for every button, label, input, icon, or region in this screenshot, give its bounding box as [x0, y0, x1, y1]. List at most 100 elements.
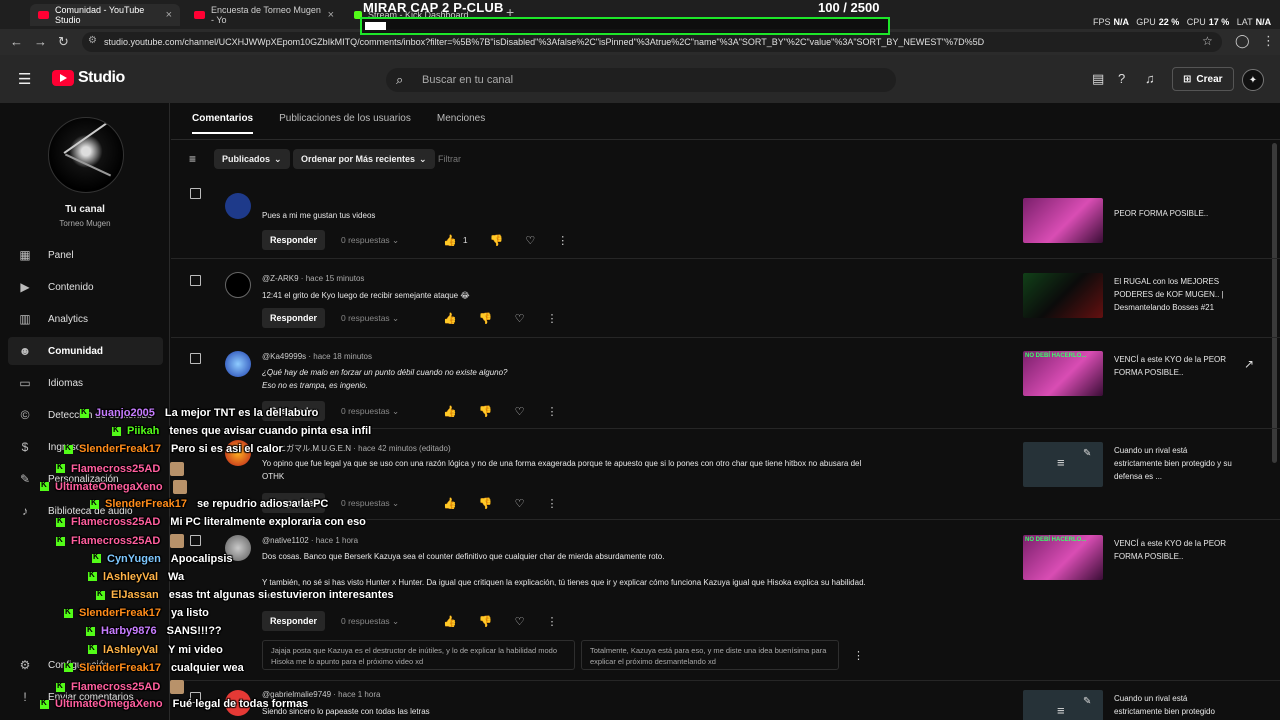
edit-icon[interactable]: ✎ [1083, 448, 1091, 459]
more-options-icon[interactable]: ⋮ [853, 649, 864, 662]
notifications-bell-icon[interactable]: ♫ [1145, 71, 1155, 86]
published-filter-chip[interactable]: Publicados ⌄ [214, 149, 290, 169]
more-options-icon[interactable]: ⋮ [546, 312, 557, 325]
filter-icon[interactable]: ≡ [189, 152, 196, 166]
video-thumbnail[interactable]: NO DEBÍ HACERLO... [1023, 535, 1103, 580]
replies-count-toggle[interactable]: 0 respuestas ⌄ [341, 235, 399, 246]
open-external-icon[interactable]: ↗ [1244, 357, 1254, 371]
chat-username: Flamecross25AD [71, 462, 161, 475]
comment-checkbox[interactable] [190, 275, 201, 286]
comments-tabs: Comentarios Publicaciones de los usuario… [192, 113, 485, 134]
tab-youtube-studio[interactable]: Comunidad - YouTube Studio × [30, 4, 180, 26]
comment-author[interactable]: @Ka49999s [262, 352, 306, 361]
comment-actions: Responder 0 respuestas ⌄ 👍 1 👎 ♡ ⋮ [262, 230, 590, 250]
reply-button[interactable]: Responder [262, 308, 326, 328]
dislike-icon[interactable]: 👎 [479, 615, 493, 628]
video-title[interactable]: Cuando un rival está estrictamente bien … [1114, 444, 1234, 483]
back-icon[interactable]: ← [10, 34, 23, 49]
bookmark-star-icon[interactable]: ☆ [1202, 34, 1213, 48]
like-icon[interactable]: 👍 [443, 234, 457, 247]
heart-icon[interactable]: ♡ [515, 615, 525, 628]
like-icon[interactable]: 👍 [443, 497, 457, 510]
heart-icon[interactable]: ♡ [515, 312, 525, 325]
comment-author[interactable]: @Z-ARK9 [262, 274, 299, 283]
chat-emote-icon [170, 461, 185, 476]
sidebar-item-comunidad[interactable]: ☻ Comunidad [8, 337, 163, 365]
sidebar-item-idiomas[interactable]: ▭ Idiomas [8, 369, 163, 397]
reload-icon[interactable]: ↻ [58, 34, 69, 50]
sort-filter-chip[interactable]: Ordenar por Más recientes ⌄ [293, 149, 435, 169]
tab-publicaciones[interactable]: Publicaciones de los usuarios [279, 113, 411, 134]
video-thumbnail[interactable]: NO DEBÍ HACERLO... [1023, 351, 1103, 396]
studio-logo[interactable]: Studio [52, 69, 125, 87]
video-title[interactable]: PEOR FORMA POSIBLE.. [1114, 207, 1234, 220]
chat-username: Piikah [127, 425, 160, 438]
search-input[interactable]: ⌕ Buscar en tu canal [386, 68, 896, 92]
create-button[interactable]: ⊞ Crear [1172, 67, 1234, 91]
comment-checkbox[interactable] [190, 353, 201, 364]
heart-icon[interactable]: ♡ [515, 405, 525, 418]
commenter-avatar[interactable] [225, 193, 251, 219]
dislike-icon[interactable]: 👎 [479, 497, 493, 510]
commenter-avatar[interactable] [225, 351, 251, 377]
sidebar-item-panel[interactable]: ▦ Panel [8, 241, 163, 269]
messages-icon[interactable]: ▤ [1092, 71, 1104, 87]
site-info-icon[interactable]: ⚙ [88, 35, 97, 46]
video-thumbnail[interactable] [1023, 273, 1103, 318]
hamburger-menu-icon[interactable]: ☰ [18, 70, 31, 88]
browser-menu-icon[interactable]: ⋮ [1262, 33, 1275, 49]
close-icon[interactable]: × [166, 9, 172, 21]
video-thumbnail[interactable]: ≡ ✎ [1023, 690, 1103, 720]
url-field[interactable]: ⚙ studio.youtube.com/channel/UCXHJWWpXEp… [82, 32, 1222, 52]
sidebar-item-analytics[interactable]: ▥ Analytics [8, 305, 163, 333]
sidebar-item-contenido[interactable]: ▶ Contenido [8, 273, 163, 301]
tab-encuesta[interactable]: Encuesta de Torneo Mugen - Yo × [186, 4, 342, 26]
edit-icon[interactable]: ✎ [1083, 696, 1091, 707]
dislike-icon[interactable]: 👎 [479, 312, 493, 325]
kick-badge-icon [64, 607, 73, 618]
like-icon[interactable]: 👍 [443, 615, 457, 628]
tab-menciones[interactable]: Menciones [437, 113, 485, 134]
overlay-performance: FPS N/A GPU 22 % CPU 17 % LAT N/A [1093, 17, 1272, 27]
video-title[interactable]: VENCÍ a este KYO de la PEOR FORMA POSIBL… [1114, 353, 1234, 379]
chat-username: lAshleyVal [103, 570, 159, 583]
overlay-goal-fill [365, 22, 386, 30]
draft-video-icon: ≡ [1057, 455, 1065, 470]
comment-row: Pues a mi me gustan tus videos Responder… [171, 193, 1280, 259]
more-options-icon[interactable]: ⋮ [546, 615, 557, 628]
video-title[interactable]: El RUGAL con los MEJORES PODERES de KOF … [1114, 275, 1234, 314]
reply-button[interactable]: Responder [262, 230, 326, 250]
close-icon[interactable]: × [328, 9, 334, 21]
chevron-down-icon: ⌄ [419, 153, 427, 164]
select-all-checkbox[interactable] [190, 188, 201, 199]
chat-emote-icon [170, 534, 185, 549]
heart-icon[interactable]: ♡ [515, 497, 525, 510]
more-options-icon[interactable]: ⋮ [546, 497, 557, 510]
commenter-avatar[interactable] [225, 272, 251, 298]
reply-preview[interactable]: Totalmente, Kazuya está para eso, y me d… [581, 640, 839, 670]
dislike-icon[interactable]: 👎 [490, 234, 504, 247]
dislike-icon[interactable]: 👎 [479, 405, 493, 418]
more-options-icon[interactable]: ⋮ [557, 234, 568, 247]
more-options-icon[interactable]: ⋮ [546, 405, 557, 418]
video-thumbnail[interactable]: ≡ ✎ [1023, 442, 1103, 487]
help-icon[interactable]: ? [1118, 71, 1125, 86]
replies-count-toggle[interactable]: 0 respuestas ⌄ [341, 313, 399, 324]
heart-icon[interactable]: ♡ [525, 234, 535, 247]
filter-input[interactable]: Filtrar [438, 154, 461, 164]
tab-comentarios[interactable]: Comentarios [192, 113, 254, 134]
chat-emote-icon [170, 680, 185, 694]
profile-icon[interactable]: ◯ [1235, 33, 1250, 49]
video-title[interactable]: Cuando un rival está estrictamente bien … [1114, 692, 1234, 718]
like-icon[interactable]: 👍 [443, 312, 457, 325]
video-title[interactable]: VENCÍ a este KYO de la PEOR FORMA POSIBL… [1114, 537, 1234, 563]
video-thumbnail[interactable] [1023, 198, 1103, 243]
comment-text: 12:41 el grito de Kyo luego de recibir s… [262, 291, 470, 300]
like-icon[interactable]: 👍 [443, 405, 457, 418]
forward-icon[interactable]: → [34, 34, 47, 49]
chat-username: UltimateOmegaXeno [55, 698, 163, 711]
account-avatar[interactable]: ✦ [1242, 69, 1264, 91]
channel-avatar[interactable] [48, 117, 124, 193]
chat-message: ElJassan esas tnt algunas si estuvieron i… [96, 589, 394, 601]
search-placeholder: Buscar en tu canal [422, 74, 514, 86]
